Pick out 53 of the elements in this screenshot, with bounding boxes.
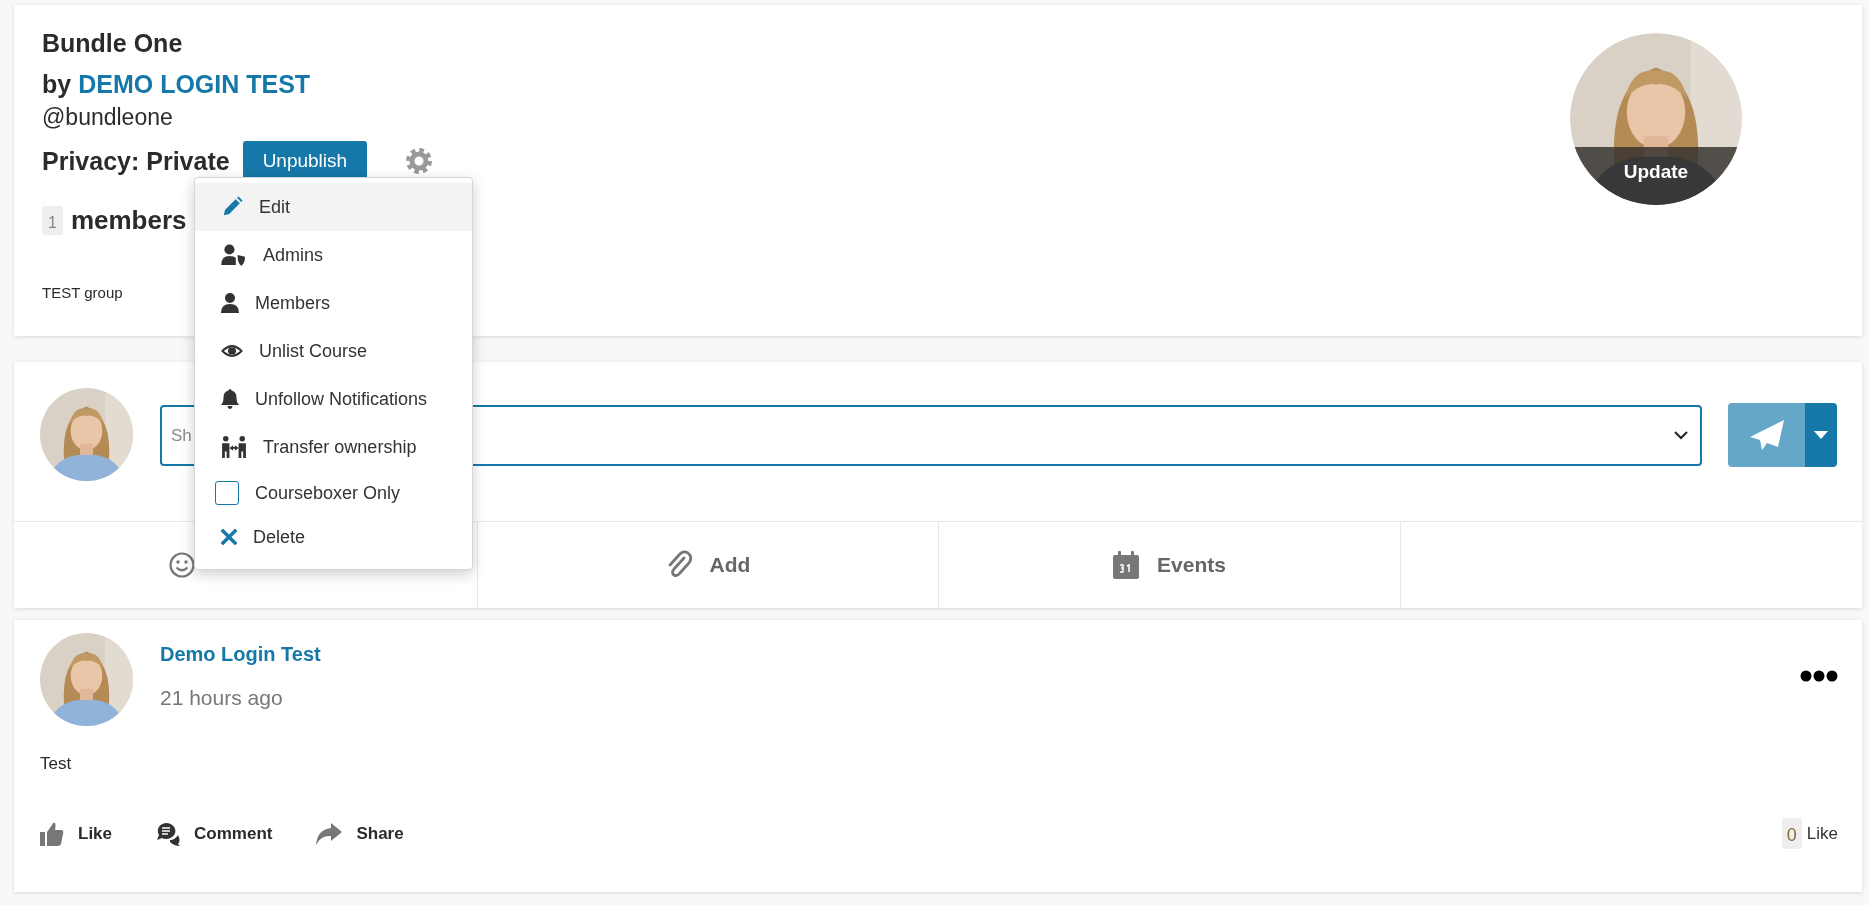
like-label: Like (1806, 823, 1838, 844)
menu-item-label: Delete (253, 526, 306, 548)
member-count: 1 (42, 206, 63, 235)
tab-label: Add (709, 553, 751, 577)
smiley-icon (169, 552, 195, 578)
close-icon (221, 529, 237, 545)
caret-down-icon (1814, 431, 1828, 439)
bell-icon (221, 389, 239, 409)
menu-item[interactable]: Delete (195, 515, 472, 559)
user-icon (221, 293, 239, 313)
admin-user-icon (221, 244, 247, 266)
tab-label: Events (1157, 553, 1226, 577)
menu-item[interactable]: Edit (195, 183, 472, 231)
menu-item[interactable]: Members (195, 279, 472, 327)
members-label: members (70, 205, 187, 236)
post-text: Test (40, 754, 73, 774)
post-action-button[interactable]: Like (40, 821, 113, 846)
menu-item-label: Transfer ownership (263, 436, 417, 458)
send-options-button[interactable] (1805, 403, 1837, 467)
menu-item-label: Unlist Course (259, 340, 368, 362)
menu-item-label: Members (255, 292, 330, 314)
post-action-button[interactable]: Share (316, 822, 404, 845)
post-action-button[interactable]: Comment (156, 821, 273, 846)
author-link[interactable]: Demo Login Test (160, 643, 321, 666)
thumbs-up-icon (40, 821, 64, 846)
menu-item-label: Admins (263, 244, 324, 266)
pencil-icon (221, 196, 243, 218)
speech-bubbles-icon (156, 821, 181, 846)
privacy-label: Privacy: Private (42, 146, 230, 176)
menu-item[interactable]: Admins (195, 231, 472, 279)
settings-icon[interactable] (405, 147, 434, 175)
menu-item[interactable]: Courseboxer Only (195, 471, 472, 515)
menu-item-label: Edit (259, 196, 291, 218)
group-handle: @bundleone (42, 103, 173, 131)
more-icon[interactable] (1800, 670, 1838, 682)
owner-link[interactable]: DEMO LOGIN TEST (78, 69, 311, 99)
menu-item-label: Courseboxer Only (255, 482, 401, 504)
chevron-down-icon (1674, 431, 1688, 440)
menu-item[interactable]: Unlist Course (195, 327, 472, 375)
group-description: TEST group (42, 284, 123, 301)
paper-plane-icon (1749, 420, 1784, 450)
eye-icon (221, 344, 243, 358)
people-arrow-icon (221, 436, 247, 458)
checkbox[interactable] (215, 481, 239, 505)
share-arrow-icon (316, 822, 343, 845)
composer-tab[interactable]: Add (665, 550, 751, 580)
group-title: Bundle One (42, 28, 183, 59)
send-button[interactable] (1728, 403, 1805, 467)
composer-tab[interactable]: Events (1113, 551, 1226, 579)
calendar-icon (1113, 551, 1140, 579)
post-time: 21 hours ago (160, 686, 284, 710)
like-count: 0 (1781, 818, 1802, 849)
by-label: by (42, 69, 72, 99)
